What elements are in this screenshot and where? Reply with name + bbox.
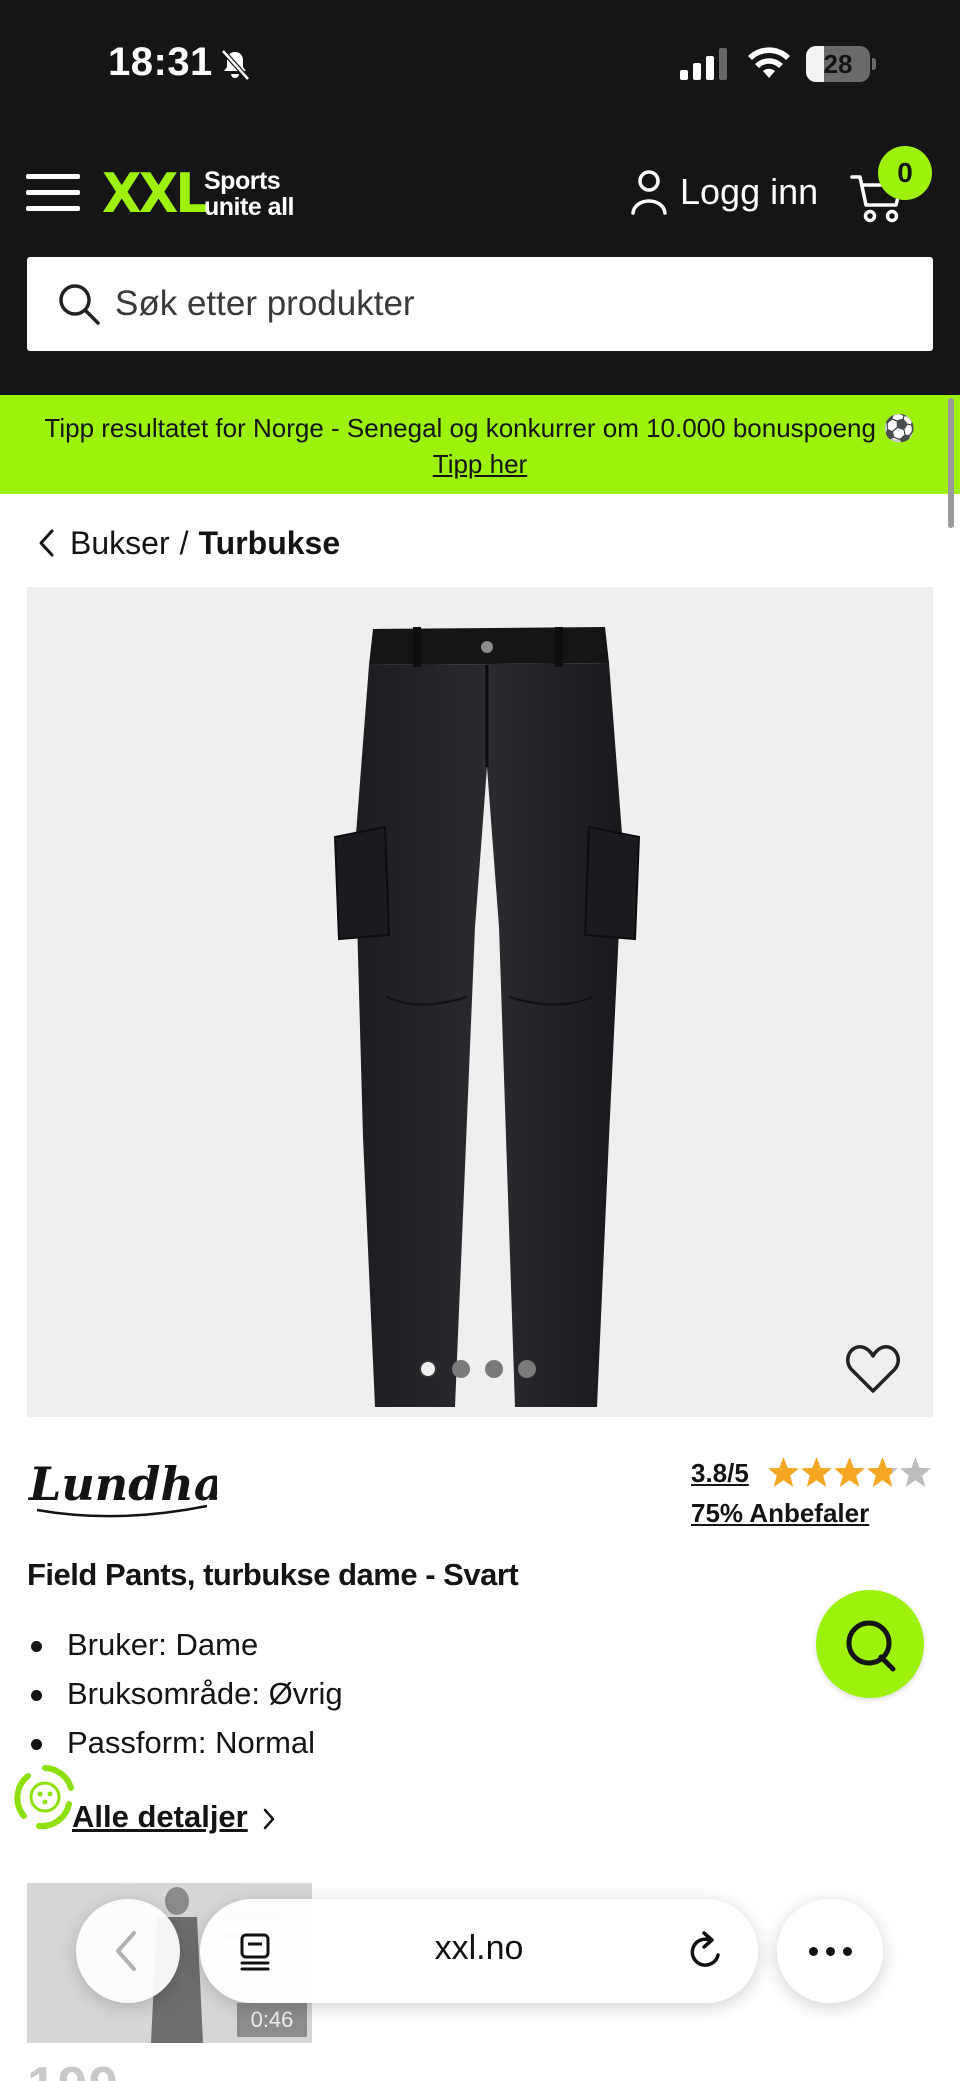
more-icon[interactable] [777,1899,883,2003]
star-icon [867,1457,898,1487]
gallery-dot[interactable] [518,1360,536,1378]
product-image[interactable] [327,617,647,1407]
search-bar[interactable] [27,257,933,351]
status-bar: 18:31 28 [0,0,960,120]
wifi-icon [748,47,790,78]
star-icon [801,1457,832,1487]
browser-url-bar[interactable]: xxl.no [200,1899,758,2003]
spec-item: Passform: Normal [27,1718,343,1767]
login-button[interactable]: Logg inn [630,166,818,218]
star-icon [768,1457,799,1487]
page-scrollbar[interactable] [948,398,954,528]
chevron-left-icon [116,1931,136,1971]
bell-off-icon [221,49,250,81]
gallery-dots [419,1360,551,1378]
login-label: Logg inn [680,171,819,212]
product-specs: Bruker: Dame Bruksområde: Øvrig Passform… [27,1620,343,1767]
breadcrumb-separator: / [179,524,189,561]
user-icon [631,170,667,215]
spec-item: Bruksområde: Øvrig [27,1669,343,1718]
star-icon [900,1457,931,1487]
product-title: Field Pants, turbukse dame - Svart [27,1557,519,1592]
status-time: 18:31 [108,40,213,84]
promo-banner: Tipp resultatet for Norge - Senegal og k… [0,395,960,494]
gallery-dot[interactable] [485,1360,503,1378]
svg-text:Lundhags: Lundhags [27,1457,217,1511]
breadcrumb-parent[interactable]: Bukser [70,525,170,562]
search-icon [59,284,100,325]
chat-button[interactable] [816,1590,924,1698]
reload-icon[interactable] [686,1929,726,1973]
signal-icon [680,48,727,80]
chevron-left-icon[interactable] [36,527,58,559]
price-partial: 199 [27,2056,120,2081]
rating-stars [767,1456,932,1488]
product-rating: 3.8/5 75% Anbefaler [691,1457,931,1528]
breadcrumb: Bukser / Turbukse [36,521,340,565]
promo-text: Tipp resultatet for Norge - Senegal og k… [44,413,916,443]
menu-icon[interactable] [26,170,82,214]
heart-icon[interactable] [845,1343,901,1395]
chevron-right-icon[interactable] [262,1807,276,1831]
video-duration: 0:46 [237,2003,307,2037]
battery-icon: 28 [806,46,876,82]
sustainability-icon[interactable] [14,1764,76,1830]
site-header: XXL Sports unite all Logg inn 0 [0,120,960,395]
logo-tagline: Sports unite all [204,167,294,221]
chat-icon [846,1620,896,1672]
cart-count-badge[interactable]: 0 [878,146,932,200]
logo-wordmark: XXL [102,162,208,225]
recommend-link[interactable]: 75% Anbefaler [691,1498,911,1529]
search-input[interactable] [115,284,895,324]
browser-back-button[interactable] [76,1899,180,2003]
breadcrumb-current: Turbukse [198,524,341,561]
battery-level: 28 [823,49,853,79]
spec-item: Bruker: Dame [27,1620,343,1669]
all-details-link[interactable]: Alle detaljer [72,1799,248,1835]
promo-link[interactable]: Tipp her [0,449,960,480]
rating-score[interactable]: 3.8/5 [691,1458,749,1488]
gallery-dot[interactable] [452,1360,470,1378]
product-gallery[interactable] [27,587,933,1417]
url-text[interactable]: xxl.no [200,1929,758,1968]
gallery-dot[interactable] [419,1360,437,1378]
brand-logo[interactable]: Lundhags [27,1448,217,1528]
star-icon [834,1457,865,1487]
